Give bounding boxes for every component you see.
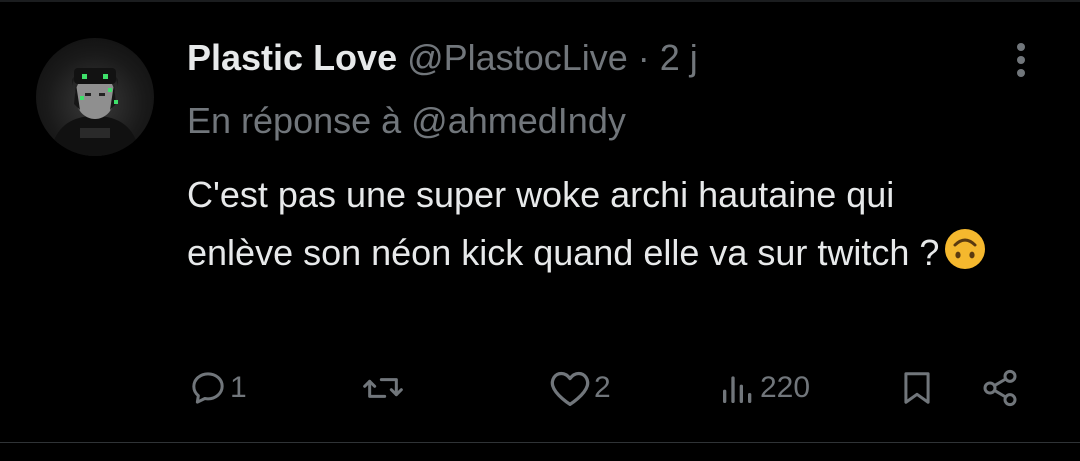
bookmark-button[interactable] <box>898 366 936 410</box>
reply-icon <box>192 372 224 404</box>
tweet-header: Plastic Love @PlastocLive · 2 j <box>187 36 698 80</box>
avatar[interactable] <box>36 38 154 156</box>
reply-context: En réponse à @ahmedIndy <box>187 99 626 143</box>
views-button[interactable]: 220 <box>718 366 810 410</box>
avatar-image <box>50 68 140 156</box>
views-count: 220 <box>760 371 811 404</box>
more-icon-dot <box>1017 69 1025 77</box>
views-icon <box>723 376 752 403</box>
reply-to-handle[interactable]: @ahmedIndy <box>411 100 626 141</box>
upside-down-face-emoji-icon <box>945 229 986 269</box>
more-icon-dot <box>1017 56 1025 64</box>
timestamp[interactable]: 2 j <box>660 37 698 78</box>
heart-icon <box>550 371 590 406</box>
reply-count: 1 <box>230 371 247 404</box>
more-icon-dot <box>1017 43 1025 51</box>
share-icon <box>983 369 1017 407</box>
like-button[interactable]: 2 <box>548 366 611 410</box>
more-options-button[interactable] <box>1004 40 1038 80</box>
retweet-button[interactable] <box>361 366 407 410</box>
bookmark-icon <box>904 372 930 404</box>
display-name[interactable]: Plastic Love <box>187 37 397 78</box>
retweet-icon <box>363 378 403 398</box>
user-handle[interactable]: @PlastocLive <box>407 37 628 78</box>
reply-prefix: En réponse à <box>187 100 402 141</box>
like-count: 2 <box>594 371 611 404</box>
bottom-divider <box>0 442 1080 443</box>
tweet-text: C'est pas une super woke archi hautaine … <box>187 174 940 273</box>
reply-button[interactable]: 1 <box>188 366 247 410</box>
separator-dot: · <box>637 37 650 78</box>
share-button[interactable] <box>978 366 1022 410</box>
top-divider <box>0 0 1080 2</box>
tweet-body: C'est pas une super woke archi hautaine … <box>187 166 1007 282</box>
